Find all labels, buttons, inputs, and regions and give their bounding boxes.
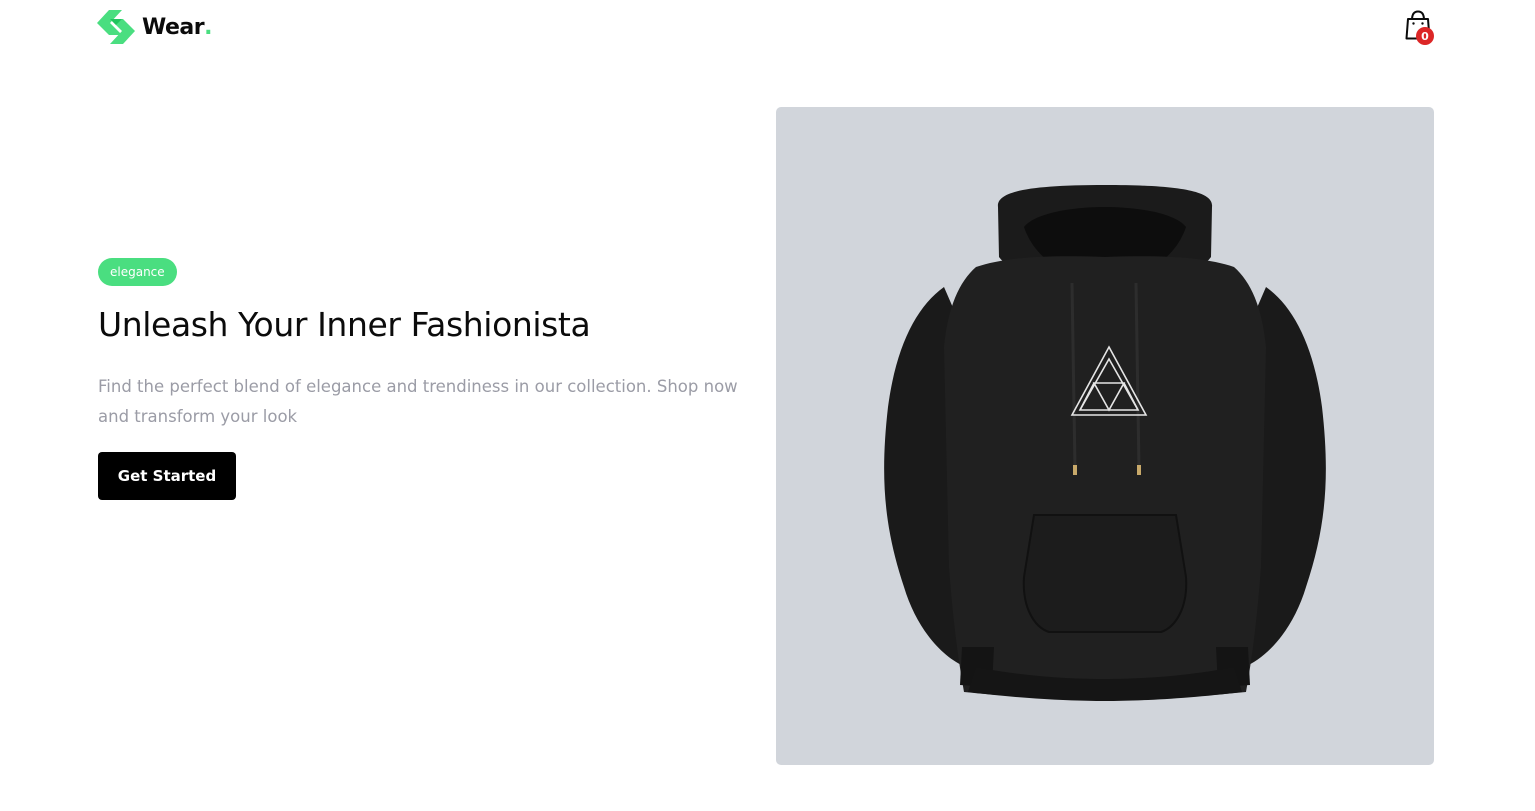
landing-page: Wear. 0 elegance Unleash Your Inner Fash…: [0, 0, 1535, 811]
hero-tag: elegance: [98, 258, 177, 286]
site-header: Wear. 0: [0, 0, 1535, 56]
brand-name: Wear: [142, 14, 205, 40]
cart-button[interactable]: 0: [1405, 10, 1435, 46]
get-started-button[interactable]: Get Started: [98, 451, 236, 500]
hero-content: elegance Unleash Your Inner Fashionista …: [98, 258, 758, 500]
hero-headline: Unleash Your Inner Fashionista: [98, 305, 591, 344]
hero-subtext: Find the perfect blend of elegance and t…: [98, 376, 738, 426]
logo-chevron-icon: [97, 10, 135, 44]
brand-dot: .: [204, 14, 213, 40]
hero-product-image: [776, 107, 1434, 765]
brand-logo[interactable]: Wear.: [97, 10, 212, 44]
hoodie-illustration: [776, 107, 1434, 765]
cart-count-badge: 0: [1416, 27, 1434, 45]
